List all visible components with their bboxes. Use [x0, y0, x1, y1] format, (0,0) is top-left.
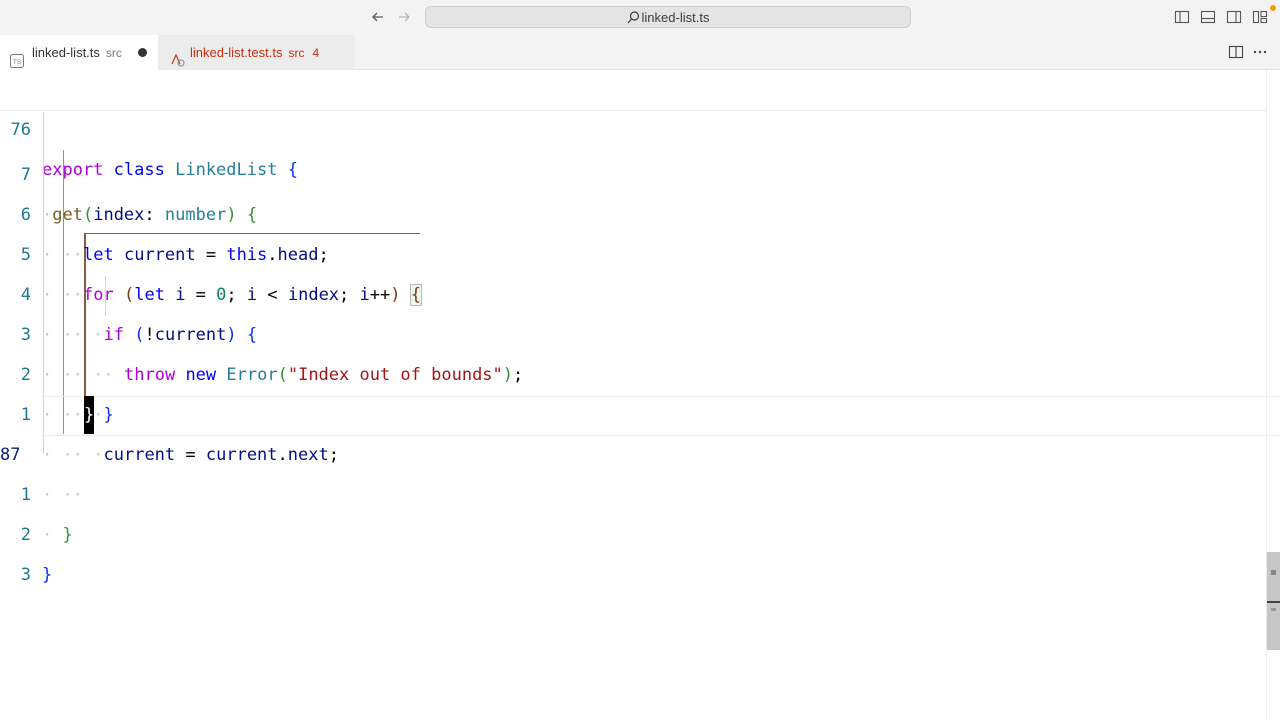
- toggle-secondary-sidebar-icon[interactable]: [1226, 9, 1242, 25]
- tab-linked-list-test[interactable]: linked-list.test.ts src 4: [158, 35, 355, 70]
- layout-controls: [1174, 9, 1270, 25]
- customize-layout-icon[interactable]: [1252, 9, 1268, 25]
- toggle-primary-sidebar-icon[interactable]: [1174, 9, 1190, 25]
- editor-tab-bar: TS linked-list.ts src linked-list.test.ts…: [0, 35, 1280, 70]
- overview-ruler-marker: [1271, 608, 1276, 611]
- command-center-label: linked-list.ts: [641, 10, 710, 25]
- overview-ruler-marker: [1271, 570, 1276, 575]
- tab-label: linked-list.ts: [32, 45, 100, 60]
- code-line[interactable]: 2 }: [0, 475, 1266, 585]
- toggle-panel-icon[interactable]: [1200, 9, 1216, 25]
- code-line[interactable]: 1 · ·· ·current = current.next;: [0, 355, 1266, 465]
- code-line[interactable]: 2 · ·· ·}: [0, 315, 1266, 425]
- unsaved-changes-dot[interactable]: [138, 48, 147, 57]
- code-line[interactable]: 4 · ·· ·if (!current) {: [0, 235, 1266, 345]
- forward-arrow-icon[interactable]: [396, 9, 412, 29]
- tab-linked-list[interactable]: TS linked-list.ts src: [0, 35, 158, 70]
- cursor-bracket: }: [84, 405, 95, 425]
- more-actions-icon[interactable]: [1252, 44, 1268, 65]
- title-bar: linked-list.ts: [0, 0, 1280, 35]
- code-line[interactable]: 7 ·get(index: number) {: [0, 115, 1266, 225]
- back-arrow-icon[interactable]: [370, 9, 386, 29]
- vertical-scrollbar[interactable]: [1266, 70, 1280, 720]
- svg-text:TS: TS: [13, 59, 22, 66]
- tab-label: linked-list.test.ts: [190, 45, 283, 60]
- problems-count-badge: 4: [312, 46, 320, 60]
- tab-description: src: [288, 46, 305, 60]
- command-center-search[interactable]: linked-list.ts: [425, 6, 911, 28]
- code-editor[interactable]: 76 export class LinkedList { 7 ·get(inde…: [0, 70, 1280, 720]
- search-icon: [627, 11, 640, 27]
- code-line[interactable]: 3: [0, 515, 1266, 585]
- update-notification-dot: [1270, 5, 1276, 11]
- code-line-current[interactable]: 87 · ··: [0, 395, 1266, 505]
- code-line[interactable]: 3 · ·· ·· throw new Error("Index out of …: [0, 275, 1266, 385]
- code-line[interactable]: 1 · }: [0, 435, 1266, 545]
- code-line[interactable]: 5 · ··for (let i = 0; i < index; i++) {: [0, 195, 1266, 306]
- tab-description: src: [105, 46, 122, 60]
- code-line[interactable]: 6 · ··let current = this.head;: [0, 155, 1266, 265]
- line-number: 3: [20, 565, 31, 585]
- split-editor-icon[interactable]: [1228, 44, 1244, 65]
- sticky-scroll-header[interactable]: 76 export class LinkedList {: [0, 70, 1266, 180]
- overview-ruler-cursor: [1267, 601, 1280, 603]
